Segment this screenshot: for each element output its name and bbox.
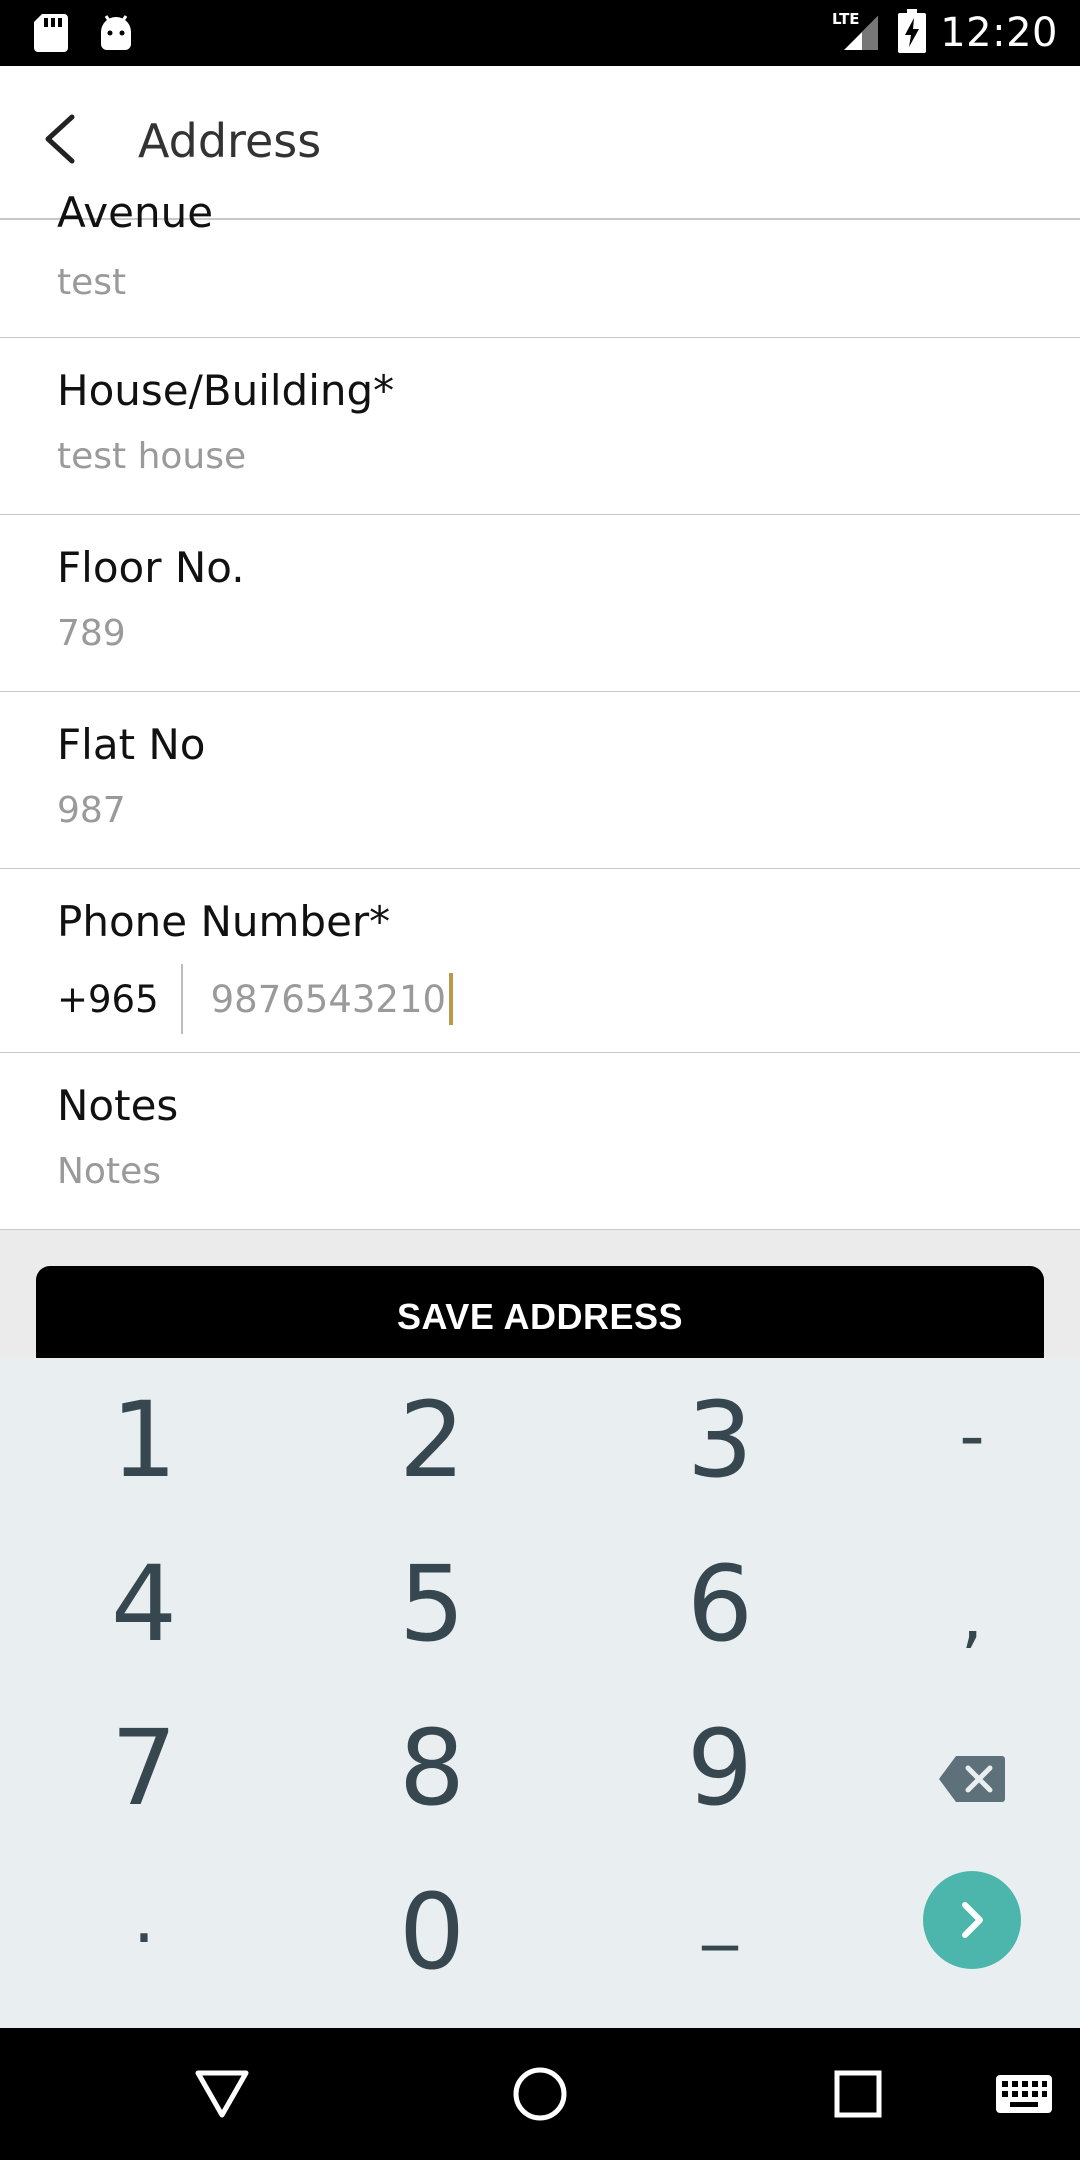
address-form: Avenue test House/Building* test house F… [0,188,1080,1230]
avenue-field[interactable]: Avenue test [0,188,1080,338]
status-bar: LTE 12:20 [0,0,1080,66]
avenue-input[interactable]: test [57,262,126,303]
house-building-input[interactable]: test house [57,436,246,477]
notes-label: Notes [57,1081,179,1130]
navigation-bar [0,2028,1080,2160]
notes-input[interactable]: Notes [57,1151,161,1192]
phone-number-value: 9876543210 [210,977,447,1021]
key-3[interactable]: 3 [600,1358,840,1522]
clock: 12:20 [940,10,1058,56]
flat-no-field[interactable]: Flat No 987 [0,692,1080,869]
back-button[interactable] [30,111,90,171]
battery-charging-icon [898,8,927,58]
key-5[interactable]: 5 [312,1522,552,1686]
next-arrow-icon [922,1870,1022,1995]
avenue-label: Avenue [57,188,214,237]
recents-square-icon [833,2069,883,2124]
key-8[interactable]: 8 [312,1686,552,1850]
next-key[interactable] [852,1850,1080,2014]
back-triangle-icon [194,2069,250,2124]
key-7[interactable]: 7 [24,1686,264,1850]
key-9[interactable]: 9 [600,1686,840,1850]
flat-no-label: Flat No [57,720,206,769]
floor-no-input[interactable]: 789 [57,613,126,654]
nav-recents-button[interactable] [820,2058,896,2134]
keyboard-icon [995,2074,1053,2119]
key-0[interactable]: 0 [312,1850,552,2014]
nav-home-button[interactable] [502,2058,578,2134]
key-underscore[interactable]: _ [600,1828,840,1992]
key-4[interactable]: 4 [24,1522,264,1686]
nav-back-button[interactable] [184,2058,260,2134]
sd-card-icon [34,14,68,57]
back-arrow-icon [40,113,80,170]
android-icon [98,14,134,57]
floor-no-field[interactable]: Floor No. 789 [0,515,1080,692]
page-title: Address [138,114,322,168]
nav-keyboard-button[interactable] [986,2058,1062,2134]
text-cursor [449,973,454,1025]
country-code-divider [180,964,183,1034]
phone-number-label: Phone Number* [57,897,391,946]
key-6[interactable]: 6 [600,1522,840,1686]
country-code[interactable]: +965 [57,978,159,1021]
key-period[interactable]: . [24,1836,264,2000]
key-comma[interactable]: , [852,1534,1080,1698]
house-building-label: House/Building* [57,366,395,415]
notes-field[interactable]: Notes Notes [0,1053,1080,1230]
backspace-icon [938,1707,1006,1829]
home-circle-icon [512,2066,568,2127]
key-2[interactable]: 2 [312,1358,552,1522]
numeric-keyboard: 1 2 3 - 4 5 6 , 7 8 9 . 0 _ [0,1358,1080,2028]
floor-no-label: Floor No. [57,543,245,592]
svg-text:LTE: LTE [832,10,860,28]
phone-number-input[interactable]: 9876543210 [210,973,454,1025]
lte-signal-icon: LTE [832,8,884,59]
house-building-field[interactable]: House/Building* test house [0,338,1080,515]
flat-no-input[interactable]: 987 [57,790,126,831]
phone-number-field[interactable]: Phone Number* +965 9876543210 [0,869,1080,1053]
footer-area: SAVE ADDRESS [0,1230,1080,1386]
key-dash[interactable]: - [852,1354,1080,1518]
key-1[interactable]: 1 [24,1358,264,1522]
backspace-key[interactable] [852,1686,1080,1850]
